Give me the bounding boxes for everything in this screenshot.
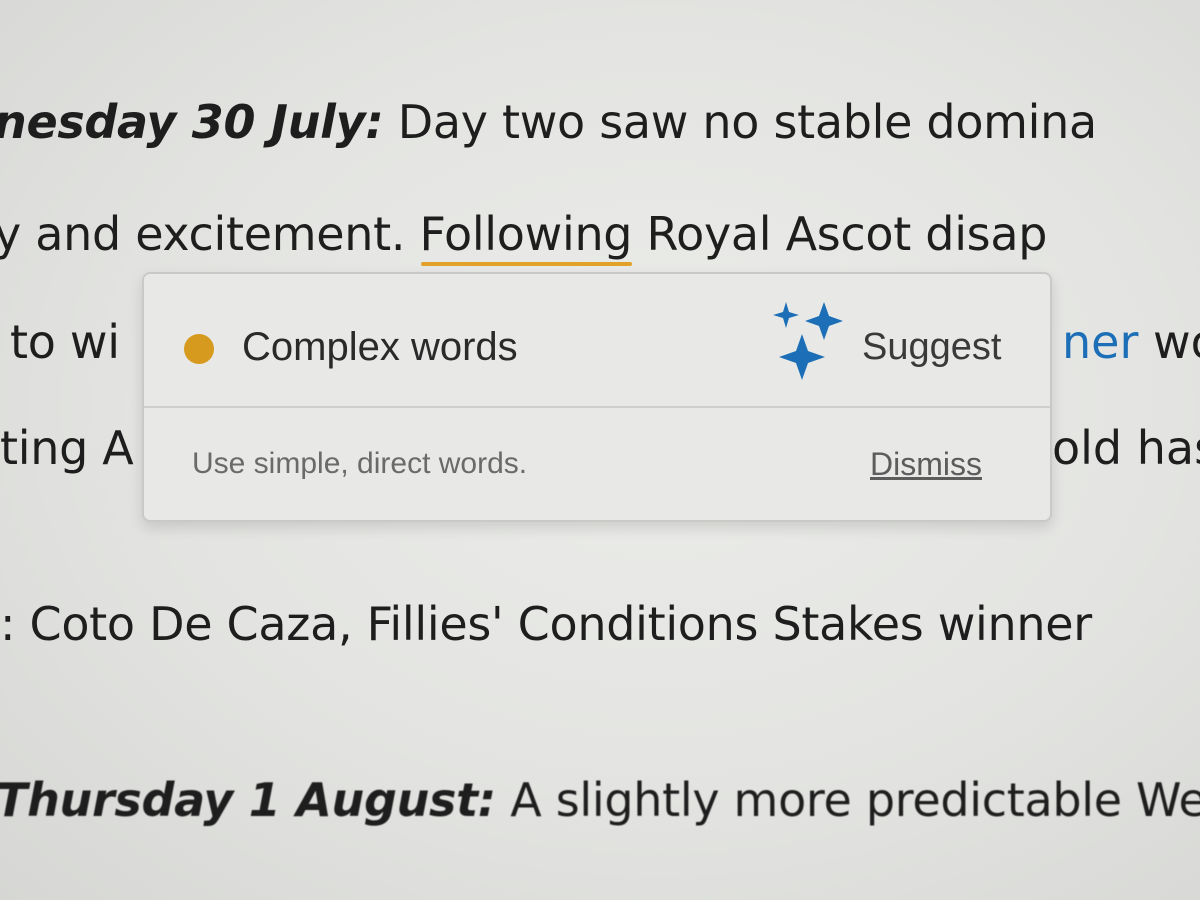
date-heading: Thursday 1 August: <box>0 773 496 827</box>
card-body: Use simple, direct words. Dismiss <box>144 408 1050 520</box>
paragraph-line: Thursday 1 August: A slightly more predi… <box>0 772 1200 828</box>
dismiss-button[interactable]: Dismiss <box>870 444 982 484</box>
issue-indicator-dot <box>184 334 214 364</box>
paragraph-line: to wi <box>10 314 120 370</box>
suggest-label: Suggest <box>862 326 1002 368</box>
paragraph-line-fragment: ner wo <box>1062 314 1200 370</box>
paragraph-text: y and excitement. <box>0 207 420 261</box>
paragraph-line: ting A <box>0 420 134 476</box>
paragraph-text: Royal Ascot disap <box>632 207 1048 261</box>
paragraph-text: to wi <box>10 315 120 369</box>
date-heading: nesday 30 July: <box>0 95 384 149</box>
issue-title: Complex words <box>242 325 518 369</box>
flagged-word[interactable]: Following <box>419 206 633 266</box>
paragraph-text: A slightly more predictable Wed <box>495 773 1200 827</box>
paragraph-line: : Coto De Caza, Fillies' Conditions Stak… <box>0 596 1092 652</box>
paragraph-text: Day two saw no stable domina <box>383 95 1097 149</box>
paragraph-text: ting A <box>0 421 134 475</box>
paragraph-line: nesday 30 July: Day two saw no stable do… <box>0 94 1097 150</box>
paragraph-text: old has <box>1052 421 1200 475</box>
paragraph-text: : Coto De Caza, Fillies' Conditions Stak… <box>0 597 1092 651</box>
document-canvas: nesday 30 July: Day two saw no stable do… <box>0 0 1200 900</box>
editor-suggestion-card: Complex words Suggest Use simple, direct… <box>142 272 1052 522</box>
sparkle-icon <box>773 302 843 380</box>
paragraph-line-fragment: old has <box>1052 420 1200 476</box>
hyperlink-text[interactable]: ner <box>1062 315 1138 369</box>
paragraph-text: wo <box>1152 315 1200 369</box>
paragraph-line: y and excitement. Following Royal Ascot … <box>0 206 1048 266</box>
card-header: Complex words Suggest <box>144 274 1050 406</box>
suggest-button[interactable]: Suggest <box>766 298 1016 394</box>
issue-description: Use simple, direct words. <box>192 447 528 480</box>
